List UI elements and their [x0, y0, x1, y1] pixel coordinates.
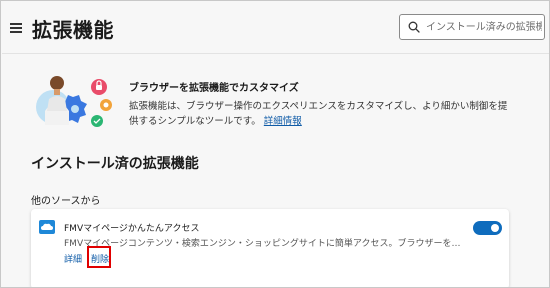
toggle-knob [491, 224, 499, 232]
search-box[interactable] [399, 14, 545, 40]
extension-enable-toggle[interactable] [473, 221, 502, 235]
remove-link[interactable]: 削除 [91, 252, 109, 265]
extension-card: FMVマイページかんたんアクセス FMVマイページコンテンツ・検索エンジン・ショ… [31, 209, 509, 287]
customize-promo: ブラウザーを拡張機能でカスタマイズ 拡張機能は、ブラウザー操作のエクスペリエンス… [19, 55, 533, 135]
source-label: 他のソースから [31, 196, 101, 207]
hamburger-menu-icon[interactable] [10, 23, 22, 33]
installed-section-title: インストール済の拡張機能 [31, 156, 199, 172]
promo-description-text: 拡張機能は、ブラウザー操作のエクスペリエンスをカスタマイズし、より細かい制御を提… [129, 101, 508, 127]
customize-illustration [36, 76, 112, 127]
search-input[interactable] [426, 16, 542, 38]
extension-cloud-icon [39, 220, 55, 234]
learn-more-link[interactable]: 詳細情報 [264, 116, 302, 127]
extension-name: FMVマイページかんたんアクセス [64, 224, 200, 234]
promo-title: ブラウザーを拡張機能でカスタマイズ [129, 83, 299, 94]
page-title: 拡張機能 [32, 18, 114, 42]
details-link[interactable]: 詳細 [64, 252, 82, 265]
extension-description: FMVマイページコンテンツ・検索エンジン・ショッピングサイトに簡単アクセス。ブラ… [64, 239, 469, 249]
extensions-page: 拡張機能 インストール済みの拡張機... ブラウザーを拡張機能でカスタマイズ 拡… [0, 0, 550, 288]
main-content: ブラウザーを拡張機能でカスタマイズ 拡張機能は、ブラウザー操作のエクスペリエンス… [19, 55, 533, 287]
page-header: 拡張機能 [2, 2, 549, 54]
promo-description: 拡張機能は、ブラウザー操作のエクスペリエンスをカスタマイズし、より細かい制御を提… [129, 99, 509, 129]
search-icon [408, 21, 420, 33]
